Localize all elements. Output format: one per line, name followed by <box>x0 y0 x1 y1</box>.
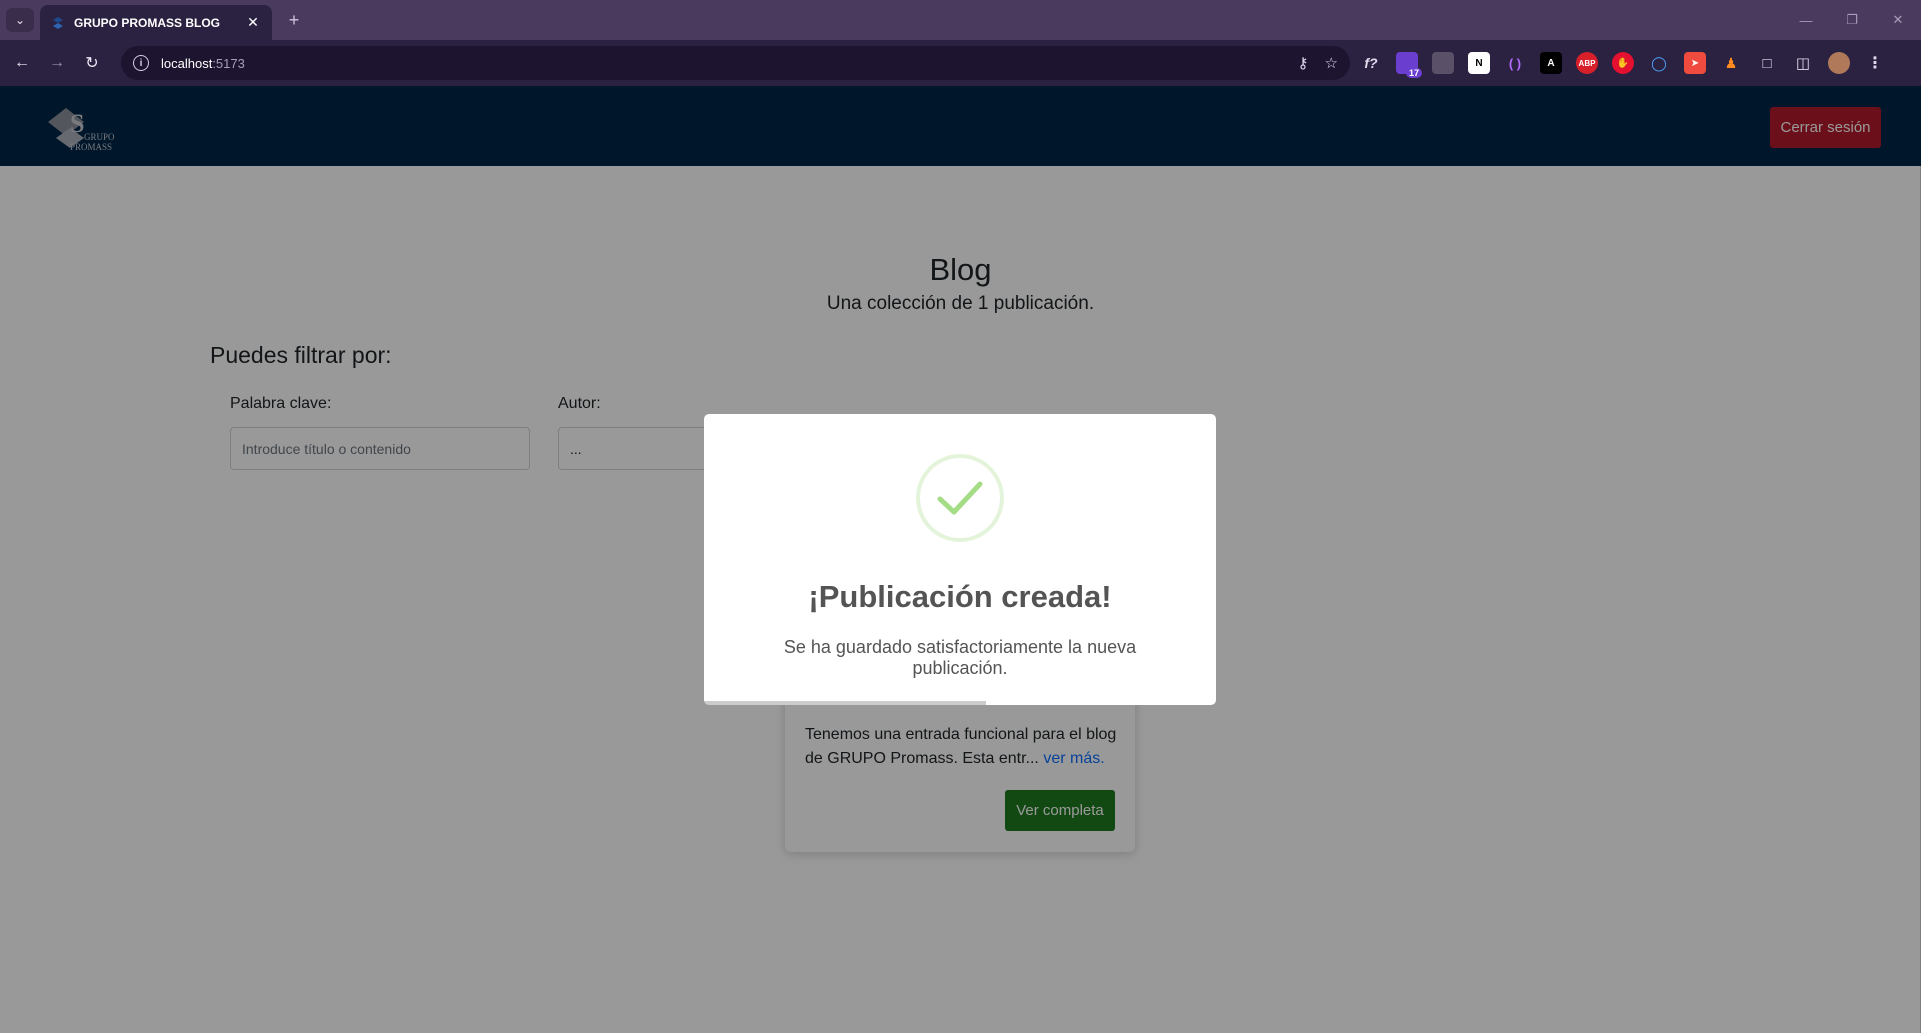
site-info-icon[interactable]: i <box>133 55 149 71</box>
success-check-icon <box>916 454 1004 542</box>
notion-extension-icon[interactable]: N <box>1468 52 1490 74</box>
kebab-menu-icon[interactable]: ⋮ <box>1864 52 1886 74</box>
browser-tab[interactable]: GRUPO PROMASS BLOG ✕ <box>40 5 272 40</box>
person-extension-icon[interactable]: ♟ <box>1720 52 1742 74</box>
puzzle-icon[interactable]: □ <box>1756 52 1778 74</box>
a-extension-icon[interactable]: A <box>1540 52 1562 74</box>
shield-extension-icon[interactable]: ◯ <box>1648 52 1670 74</box>
success-dialog: ¡Publicación creada! Se ha guardado sati… <box>704 414 1216 705</box>
hand-extension-icon[interactable]: ✋ <box>1612 52 1634 74</box>
back-button[interactable]: ← <box>10 51 34 75</box>
sidebar-icon[interactable]: ◫ <box>1792 52 1814 74</box>
tab-search-button[interactable]: ⌄ <box>6 8 34 32</box>
formula-extension-icon[interactable]: f? <box>1360 52 1382 74</box>
bookmark-star-icon[interactable]: ☆ <box>1325 54 1338 72</box>
restore-button[interactable]: ❐ <box>1829 0 1875 40</box>
screenshot-extension-icon[interactable] <box>1432 52 1454 74</box>
tab-title: GRUPO PROMASS BLOG <box>74 15 221 30</box>
chevron-down-icon: ⌄ <box>14 13 26 27</box>
minimize-button[interactable]: — <box>1783 0 1829 40</box>
url-text[interactable]: localhost:5173 <box>161 56 1282 71</box>
profile-avatar[interactable] <box>1828 52 1850 74</box>
browser-tab-bar: ⌄ GRUPO PROMASS BLOG ✕ + — ❐ ✕ <box>0 0 1921 40</box>
dialog-timer-progress-bar <box>704 701 986 705</box>
favicon-icon <box>50 15 66 31</box>
extensions-row: f? 17 N ( ) A ABP ✋ ◯ ➤ ♟ □ ◫ ⋮ <box>1360 51 1900 78</box>
address-bar[interactable]: i localhost:5173 ⚷ ☆ <box>121 46 1350 80</box>
forward-button[interactable]: → <box>45 51 69 75</box>
calendar-extension-icon[interactable]: 17 <box>1396 52 1422 78</box>
browser-toolbar: ← → ↻ i localhost:5173 ⚷ ☆ f? 17 N ( ) A… <box>0 40 1921 86</box>
rocket-extension-icon[interactable]: ➤ <box>1684 52 1706 74</box>
close-tab-icon[interactable]: ✕ <box>244 14 262 31</box>
key-icon[interactable]: ⚷ <box>1298 54 1309 72</box>
dialog-title: ¡Publicación creada! <box>808 579 1112 614</box>
bracket-extension-icon[interactable]: ( ) <box>1504 52 1526 74</box>
adblock-extension-icon[interactable]: ABP <box>1576 52 1598 74</box>
dialog-message: Se ha guardado satisfactoriamente la nue… <box>783 637 1137 678</box>
window-controls: — ❐ ✕ <box>1783 0 1921 40</box>
new-tab-button[interactable]: + <box>282 8 306 32</box>
close-window-button[interactable]: ✕ <box>1875 0 1921 40</box>
reload-button[interactable]: ↻ <box>80 51 104 75</box>
